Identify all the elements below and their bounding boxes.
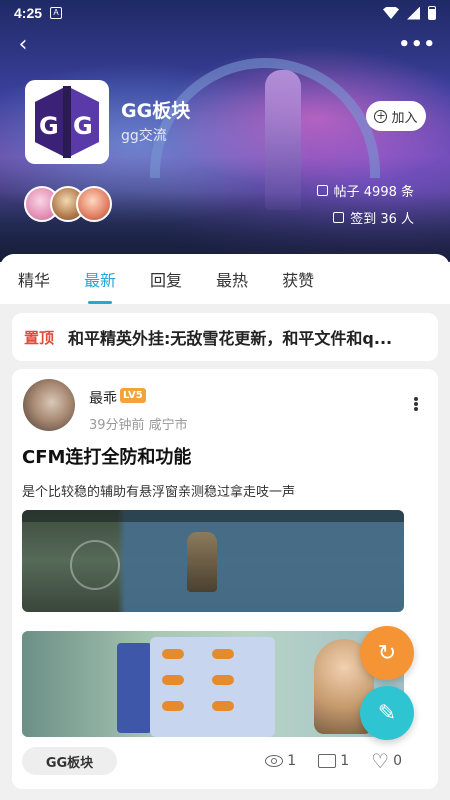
post-title: CFM连打全防和功能 (22, 447, 192, 468)
eye-icon (265, 755, 284, 767)
heart-icon: ♡ (371, 749, 390, 773)
avatar (76, 186, 112, 222)
back-icon[interactable]: ‹ (10, 32, 36, 58)
toggle-graphic (212, 701, 234, 711)
battery-icon (428, 6, 436, 20)
pinned-post[interactable]: 置顶 和平精英外挂:无敌雪花更新，和平文件和q... (12, 313, 438, 361)
post-menu-icon[interactable] (414, 397, 418, 411)
forum-title: GG板块 (121, 100, 191, 122)
post-count-icon (316, 185, 328, 196)
join-label: 加入 (391, 110, 418, 126)
pinned-badge: 置顶 (24, 328, 55, 347)
level-badge: LV5 (120, 388, 146, 403)
like-button[interactable]: ♡ 0 (371, 749, 402, 773)
compose-button[interactable]: ✎ (360, 686, 414, 740)
forum-logo: G G (25, 80, 109, 164)
toggle-graphic (212, 675, 234, 685)
checkin-count-text: 签到 36 人 (350, 212, 414, 227)
post-actions: 1 1 ♡ 0 (265, 749, 402, 773)
tab-featured[interactable]: 精华 (18, 267, 50, 291)
signal-icon (407, 6, 420, 20)
comment-icon (318, 754, 337, 768)
post-meta: 39分钟前 咸宁市 (89, 418, 188, 433)
board-tag[interactable]: GG板块 (22, 747, 117, 775)
checkin-icon (333, 212, 345, 223)
gg-logo-icon: G G (35, 86, 99, 158)
toggle-graphic (162, 701, 184, 711)
comment-button[interactable]: 1 (318, 753, 349, 769)
refresh-button[interactable]: ↻ (360, 626, 414, 680)
post-image-2[interactable] (22, 631, 404, 737)
more-options-icon[interactable]: ••• (398, 34, 436, 55)
soldier-graphic (187, 532, 217, 592)
wifi-icon (383, 7, 399, 19)
post-image-1[interactable] (22, 510, 404, 612)
tab-bar: 精华 最新 回复 最热 获赞 (0, 254, 450, 304)
toggle-graphic (162, 649, 184, 659)
forum-banner: 4:25 A ‹ ••• G G GG板块 gg交流 + 加入 帖子 4998 … (0, 0, 450, 262)
tab-replies[interactable]: 回复 (150, 267, 182, 291)
svg-text:G: G (73, 112, 93, 140)
user-avatar[interactable] (23, 379, 75, 431)
post-count-text: 帖子 4998 条 (333, 185, 414, 200)
like-count: 0 (393, 753, 402, 769)
tab-hottest[interactable]: 最热 (216, 267, 248, 291)
member-avatars[interactable] (24, 186, 112, 226)
status-time: 4:25 (14, 5, 43, 21)
joystick-graphic (70, 540, 120, 590)
tab-latest[interactable]: 最新 (84, 267, 116, 291)
plus-icon: + (374, 108, 388, 123)
edit-icon: ✎ (377, 700, 397, 726)
game-hud (22, 510, 404, 522)
views-stat: 1 (265, 753, 296, 769)
banner-tower (265, 70, 301, 210)
mod-menu-sidebar (117, 643, 152, 733)
join-button[interactable]: + 加入 (366, 101, 426, 131)
notification-icon: A (50, 7, 63, 19)
username[interactable]: 最乖 (89, 388, 117, 408)
views-count: 1 (287, 753, 297, 769)
post-count: 帖子 4998 条 (316, 181, 414, 200)
checkin-count: 签到 36 人 (333, 208, 414, 227)
pinned-title: 和平精英外挂:无敌雪花更新，和平文件和q... (68, 329, 393, 348)
post-body: 是个比较稳的辅助有悬浮窗亲测稳过拿走吱一声 (22, 485, 296, 500)
tab-liked[interactable]: 获赞 (282, 267, 314, 291)
toggle-graphic (162, 675, 184, 685)
toggle-graphic (212, 649, 234, 659)
forum-subtitle: gg交流 (121, 128, 167, 144)
refresh-icon: ↻ (377, 640, 397, 666)
svg-text:G: G (39, 112, 59, 140)
status-bar: 4:25 A (0, 0, 450, 26)
comment-count: 1 (340, 753, 350, 769)
